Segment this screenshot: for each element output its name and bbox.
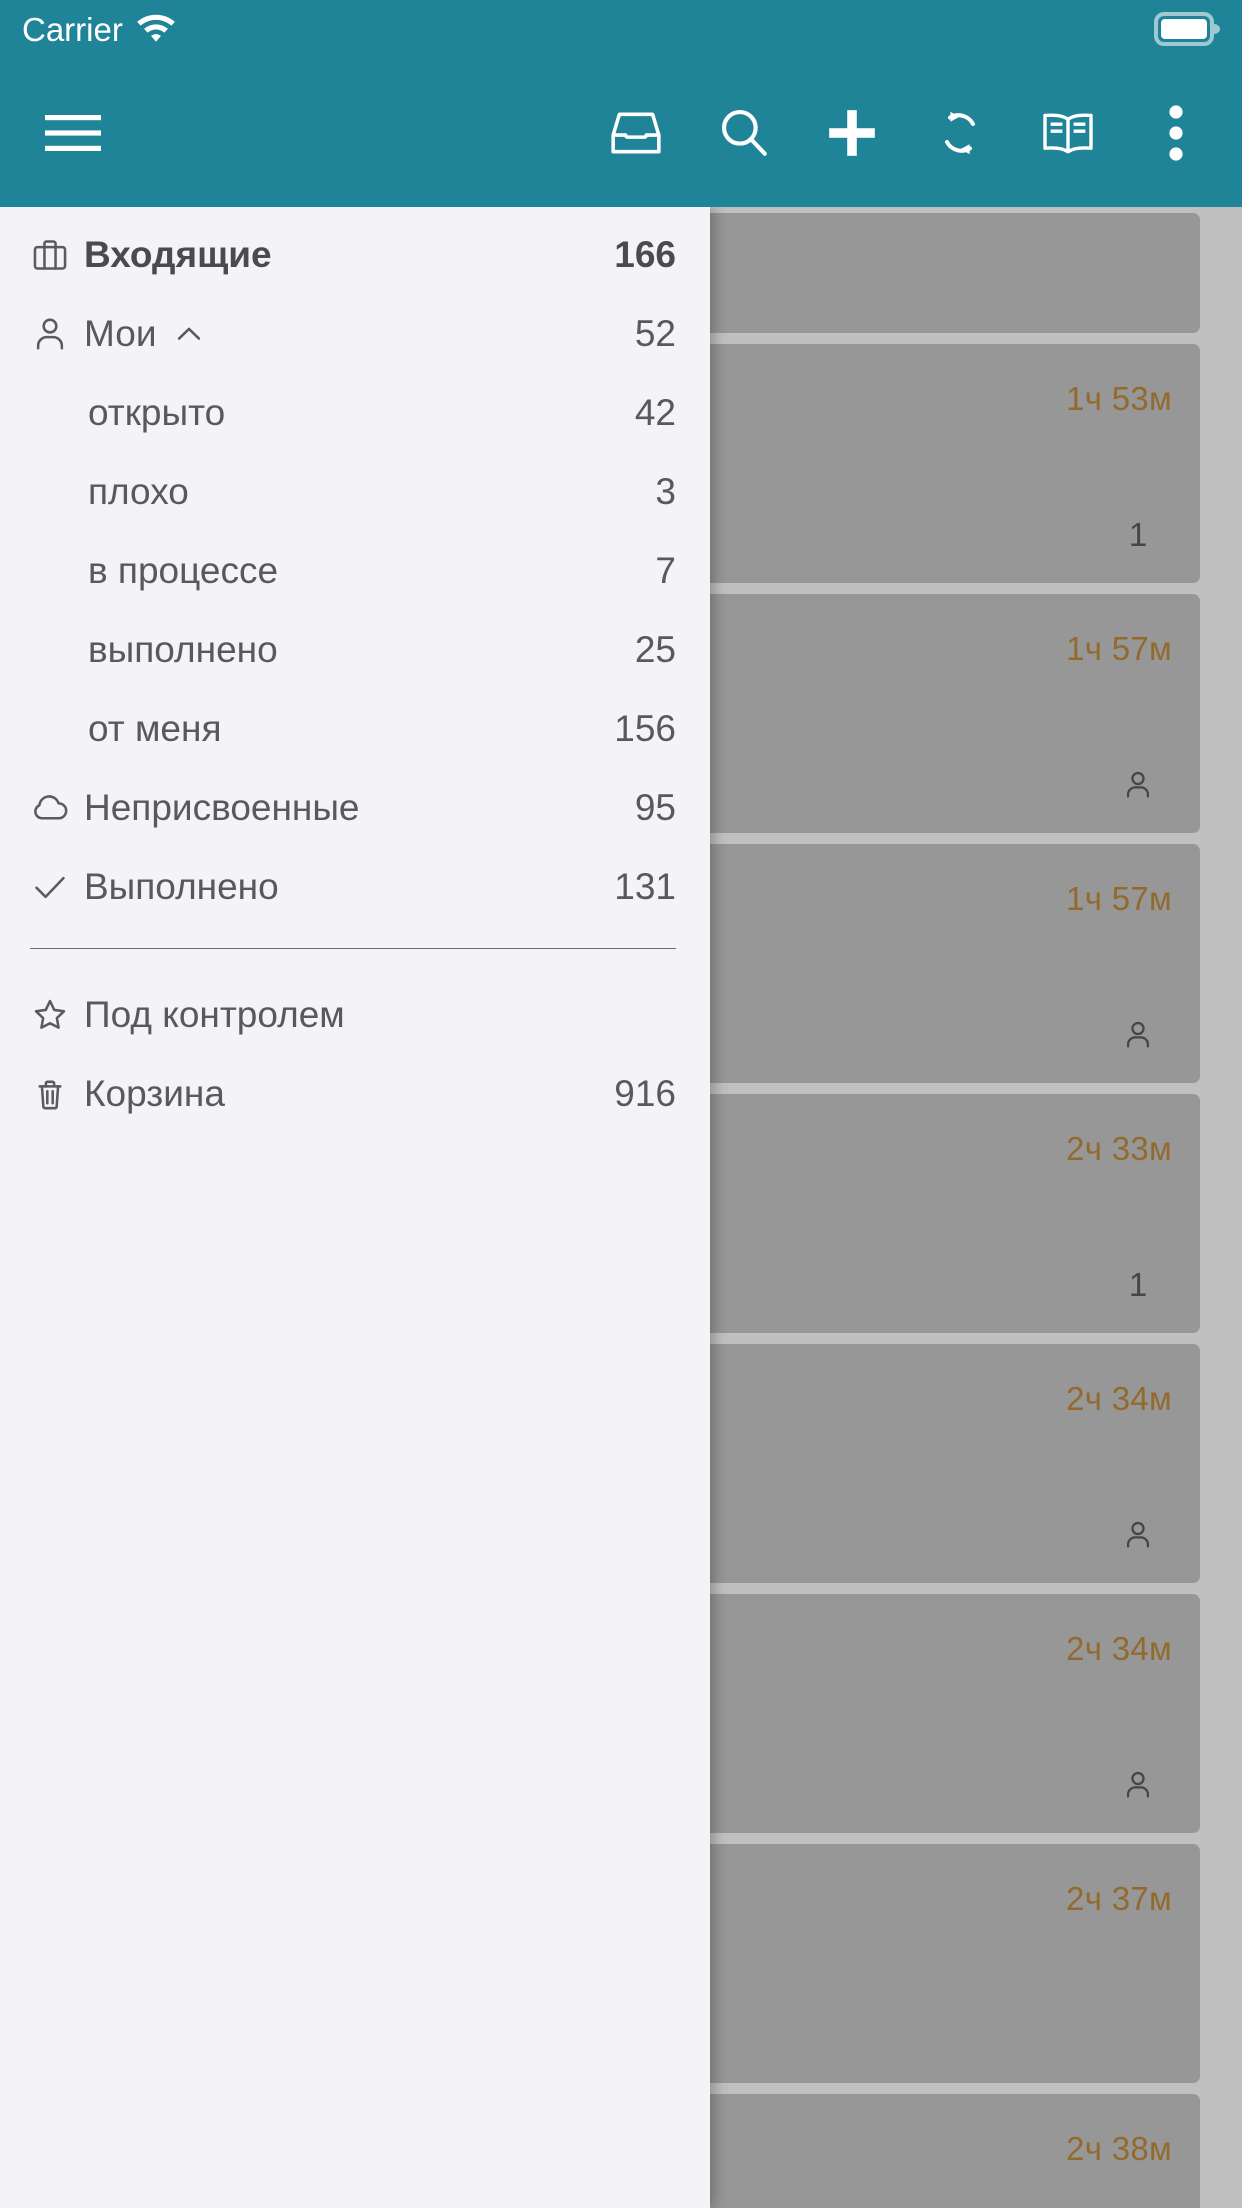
drawer-secondary-items: Под контролем Корзина 916 [0, 975, 710, 1133]
navigation-drawer: Входящие 166 Мои 52 открыто 42 плохо 3 в процесс… [0, 207, 710, 2208]
sync-refresh-icon[interactable] [906, 78, 1014, 188]
carrier-label: Carrier [22, 10, 123, 48]
search-icon[interactable] [690, 78, 798, 188]
drawer-item-label: плохо [88, 470, 189, 512]
drawer-item-count: 42 [634, 391, 676, 433]
overflow-menu-icon[interactable] [1122, 78, 1230, 188]
task-count-badge: 1 [1128, 1266, 1148, 1303]
drawer-item-3[interactable]: открыто 42 [0, 373, 710, 452]
drawer-item-5[interactable]: в процессе 7 [0, 531, 710, 610]
drawer-item-count: 95 [634, 786, 676, 828]
drawer-item-list: Входящие 166 Мои 52 открыто 42 плохо 3 в процесс… [0, 207, 710, 1133]
drawer-item-count: 52 [634, 312, 676, 354]
wifi-icon [137, 14, 175, 44]
drawer-item-count: 916 [614, 1072, 676, 1114]
drawer-divider [30, 948, 676, 949]
inbox-tray-icon[interactable] [582, 78, 690, 188]
task-elapsed-time: 1ч 53м [1066, 380, 1172, 417]
app-bar-actions [582, 78, 1242, 188]
plus-icon[interactable] [798, 78, 906, 188]
app-screen: 1ч 53м 1 1ч 57м 1ч 57м 2ч 33м 1 2ч 34м 2ч 34м 2ч… [0, 0, 1242, 2208]
drawer-item-label: Мои [84, 312, 157, 354]
status-bar: Carrier [0, 0, 1242, 58]
app-bar [0, 58, 1242, 207]
drawer-item-9[interactable]: Выполнено 131 [0, 847, 710, 926]
drawer-item-count: 25 [634, 628, 676, 670]
drawer-primary-items: Входящие 166 Мои 52 открыто 42 плохо 3 в процесс… [0, 215, 710, 926]
task-elapsed-time: 2ч 34м [1066, 1630, 1172, 1667]
drawer-item-label: выполнено [88, 628, 278, 670]
task-count-badge: 1 [1128, 516, 1148, 553]
drawer-item-count: 3 [655, 470, 676, 512]
person-icon [30, 314, 70, 354]
drawer-item-4[interactable]: плохо 3 [0, 452, 710, 531]
task-elapsed-time: 1ч 57м [1066, 630, 1172, 667]
hamburger-menu-icon[interactable] [18, 78, 128, 188]
drawer-item-label: Корзина [84, 1072, 225, 1114]
drawer-item-label: Неприсвоенные [84, 786, 360, 828]
drawer-item-6[interactable]: выполнено 25 [0, 610, 710, 689]
task-elapsed-time: 2ч 34м [1066, 1380, 1172, 1417]
briefcase-icon [30, 235, 70, 275]
drawer-item-count: 156 [614, 707, 676, 749]
task-elapsed-time: 2ч 38м [1066, 2130, 1172, 2167]
trash-icon [30, 1074, 70, 1114]
drawer-item-label: в процессе [88, 549, 279, 591]
drawer-item-8[interactable]: Неприсвоенные 95 [0, 768, 710, 847]
chevron-up-icon[interactable] [172, 317, 206, 351]
book-icon[interactable] [1014, 78, 1122, 188]
drawer-item-label: Входящие [84, 233, 272, 275]
battery-full-icon [1154, 12, 1220, 46]
drawer-item-label: Под контролем [84, 993, 345, 1035]
cloud-icon [30, 788, 70, 828]
drawer-item-label: Выполнено [84, 865, 279, 907]
person-icon [1114, 761, 1162, 809]
drawer-item-2[interactable]: Корзина 916 [0, 1054, 710, 1133]
person-icon [1114, 1761, 1162, 1809]
task-elapsed-time: 2ч 33м [1066, 1130, 1172, 1167]
drawer-item-label: открыто [88, 391, 226, 433]
drawer-item-1[interactable]: Входящие 166 [0, 215, 710, 294]
drawer-item-7[interactable]: от меня 156 [0, 689, 710, 768]
drawer-item-1[interactable]: Под контролем [0, 975, 710, 1054]
person-icon [1114, 1011, 1162, 1059]
drawer-item-label: от меня [88, 707, 222, 749]
drawer-item-count: 7 [655, 549, 676, 591]
star-icon [30, 995, 70, 1035]
task-elapsed-time: 1ч 57м [1066, 880, 1172, 917]
drawer-item-count: 166 [614, 233, 676, 275]
task-elapsed-time: 2ч 37м [1066, 1880, 1172, 1917]
drawer-item-count: 131 [614, 865, 676, 907]
check-icon [30, 867, 70, 907]
person-icon [1114, 1511, 1162, 1559]
drawer-item-2[interactable]: Мои 52 [0, 294, 710, 373]
